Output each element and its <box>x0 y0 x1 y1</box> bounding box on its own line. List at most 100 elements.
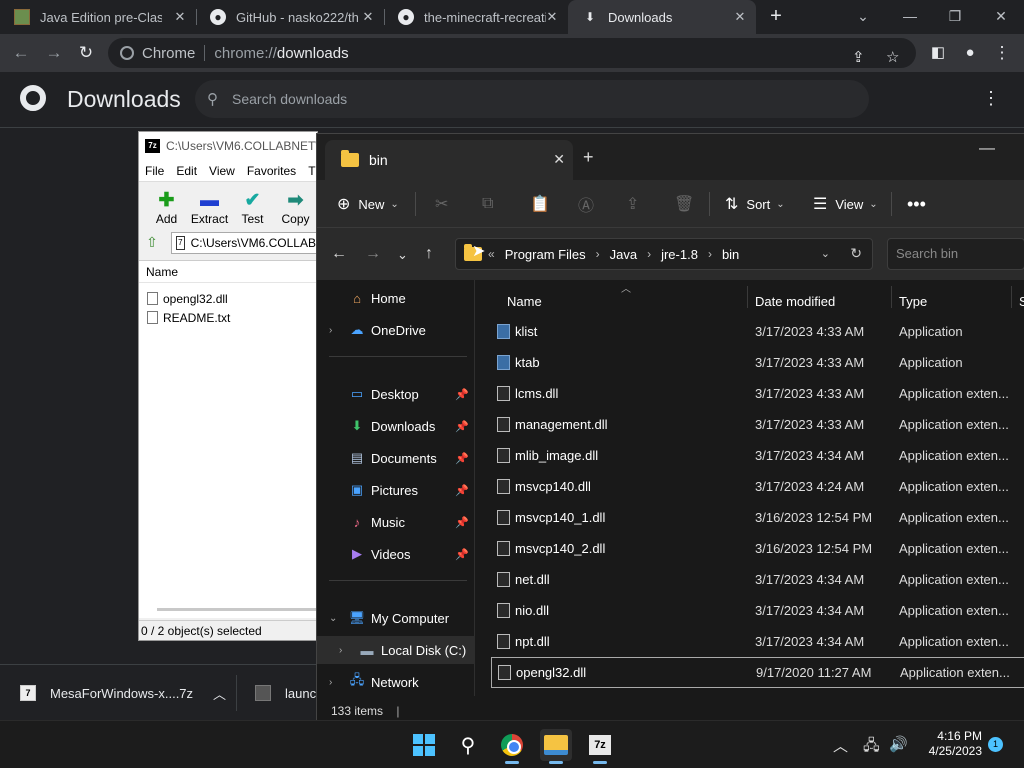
7zip-titlebar[interactable]: 7z C:\Users\VM6.COLLABNET\D <box>139 132 317 160</box>
close-tab-icon[interactable]: ✕ <box>360 9 376 25</box>
taskbar-chrome[interactable] <box>496 729 528 764</box>
profile-icon[interactable]: ● <box>957 41 983 65</box>
folder-up-icon[interactable]: ⇧ <box>143 234 161 252</box>
list-item[interactable]: opengl32.dll <box>139 289 317 308</box>
more-options-icon[interactable]: ••• <box>907 192 926 216</box>
back-button[interactable]: ← <box>331 245 347 263</box>
file-row[interactable]: net.dll 3/17/2023 4:34 AM Application ex… <box>491 564 1024 595</box>
sidebar-item-pictures[interactable]: ▣ Pictures 📌 <box>317 476 475 504</box>
forward-button[interactable]: → <box>365 245 381 263</box>
copy-button[interactable]: ➡ Copy <box>274 190 317 230</box>
tab-search-icon[interactable]: ⌄ <box>848 4 878 28</box>
add-button[interactable]: ✚ Add <box>145 190 188 230</box>
file-row[interactable]: npt.dll 3/17/2023 4:34 AM Application ex… <box>491 626 1024 657</box>
reload-button[interactable]: ↻ <box>73 41 99 65</box>
file-row[interactable]: msvcp140_1.dll 3/16/2023 12:54 PM Applic… <box>491 502 1024 533</box>
column-header-date[interactable]: Date modified <box>755 294 835 309</box>
extract-button[interactable]: ▬ Extract <box>188 190 231 230</box>
explorer-address-bar[interactable]: « Program Files › Java › jre-1.8 › bin ⌄… <box>455 238 873 270</box>
breadcrumb-jre[interactable]: jre-1.8 <box>661 247 698 262</box>
cut-icon[interactable]: ✂ <box>435 192 448 216</box>
side-panel-icon[interactable]: ◧ <box>925 41 951 65</box>
refresh-icon[interactable]: ↻ <box>850 245 862 262</box>
explorer-tab-bin[interactable]: bin ✕ <box>325 140 573 180</box>
sidebar-item-home[interactable]: ⌂ Home <box>317 284 475 312</box>
address-dropdown-icon[interactable]: ⌄ <box>821 247 830 260</box>
tab-downloads[interactable]: ⬇ Downloads ✕ <box>568 0 756 34</box>
column-divider[interactable] <box>747 286 748 308</box>
column-header-name[interactable]: Name <box>507 294 542 309</box>
column-divider[interactable] <box>1011 286 1012 308</box>
file-row[interactable]: klist 3/17/2023 4:33 AM Application <box>491 316 1024 347</box>
share-icon[interactable]: ⇪ <box>852 48 865 66</box>
sidebar-item-onedrive[interactable]: › ☁ OneDrive <box>317 316 475 344</box>
7zip-path-input[interactable]: 7 C:\Users\VM6.COLLAB <box>171 232 317 254</box>
new-button[interactable]: ⊕ New ⌄ <box>337 192 399 216</box>
horizontal-scrollbar[interactable] <box>157 608 317 611</box>
show-hidden-icons-chevron-icon[interactable]: ︿ <box>833 735 848 756</box>
sidebar-item-videos[interactable]: ▶ Videos 📌 <box>317 540 475 568</box>
close-tab-icon[interactable]: ✕ <box>732 9 748 25</box>
sidebar-item-downloads[interactable]: ⬇ Downloads 📌 <box>317 412 475 440</box>
sidebar-item-desktop[interactable]: ▭ Desktop 📌 <box>317 380 475 408</box>
copy-icon[interactable]: ⧉ <box>482 192 493 216</box>
shelf-item-launcher[interactable]: launc <box>255 665 316 721</box>
clock[interactable]: 4:16 PM 4/25/2023 <box>918 729 982 759</box>
chevron-right-icon[interactable]: › <box>329 677 332 688</box>
network-icon[interactable]: 🖧 <box>863 735 880 760</box>
volume-icon[interactable]: 🔊 <box>889 735 908 753</box>
breadcrumb-java[interactable]: Java <box>610 247 637 262</box>
paste-icon[interactable]: 📋 <box>530 192 550 216</box>
file-row[interactable]: msvcp140_2.dll 3/16/2023 12:54 PM Applic… <box>491 533 1024 564</box>
taskbar-7zip[interactable]: 7z <box>584 729 616 764</box>
view-button[interactable]: ☰ View ⌄ <box>813 192 878 216</box>
rename-icon[interactable]: Ⓐ <box>578 192 594 216</box>
column-header-type[interactable]: Type <box>899 294 927 309</box>
site-chip[interactable]: Chrome <box>120 45 195 62</box>
menu-view[interactable]: View <box>203 164 241 178</box>
notification-badge[interactable]: 1 <box>988 737 1003 752</box>
sidebar-item-network[interactable]: › 🖧 Network <box>317 668 475 696</box>
sort-button[interactable]: ⇅ Sort ⌄ <box>725 192 785 216</box>
column-divider[interactable] <box>891 286 892 308</box>
up-button[interactable]: ↑ <box>425 245 433 263</box>
share-icon[interactable]: ⇪ <box>626 192 639 216</box>
shelf-item-mesa[interactable]: 7 MesaForWindows-x....7z ︿ <box>20 665 226 721</box>
new-tab-button[interactable]: + <box>766 6 786 27</box>
menu-file[interactable]: File <box>139 164 170 178</box>
minimize-button[interactable]: — <box>979 140 995 158</box>
restore-button[interactable]: ❐ <box>940 4 970 28</box>
close-tab-icon[interactable]: ✕ <box>544 9 560 25</box>
taskbar-file-explorer[interactable] <box>540 729 572 764</box>
file-row[interactable]: mlib_image.dll 3/17/2023 4:34 AM Applica… <box>491 440 1024 471</box>
file-row-focused[interactable]: opengl32.dll 9/17/2020 11:27 AM Applicat… <box>491 657 1024 688</box>
chevron-down-icon[interactable]: ⌄ <box>329 613 337 624</box>
sidebar-item-documents[interactable]: ▤ Documents 📌 <box>317 444 475 472</box>
address-bar[interactable]: Chrome chrome:// downloads ⇪ ☆ <box>108 38 916 68</box>
sidebar-item-music[interactable]: ♪ Music 📌 <box>317 508 475 536</box>
tab-java-edition[interactable]: Java Edition pre-Classic ✕ <box>0 0 196 34</box>
chevron-right-icon[interactable]: › <box>339 645 342 656</box>
forward-button[interactable]: → <box>41 41 67 65</box>
start-button[interactable] <box>408 729 440 761</box>
breadcrumb-program-files[interactable]: Program Files <box>505 247 586 262</box>
menu-edit[interactable]: Edit <box>170 164 203 178</box>
tab-minecraft-recreation[interactable]: ● the-minecraft-recreatio ✕ <box>384 0 568 34</box>
file-row[interactable]: msvcp140.dll 3/17/2023 4:24 AM Applicati… <box>491 471 1024 502</box>
file-row[interactable]: management.dll 3/17/2023 4:33 AM Applica… <box>491 409 1024 440</box>
chrome-menu-icon[interactable]: ⋮ <box>989 41 1015 65</box>
test-button[interactable]: ✔ Test <box>231 190 274 230</box>
recent-locations-icon[interactable]: ⌄ <box>397 247 408 263</box>
tab-github-nasko222[interactable]: ● GitHub - nasko222/the ✕ <box>196 0 384 34</box>
delete-icon[interactable]: 🗑 <box>674 192 694 216</box>
menu-favorites[interactable]: Favorites <box>241 164 302 178</box>
column-header-name[interactable]: Name <box>139 261 317 283</box>
file-row[interactable]: lcms.dll 3/17/2023 4:33 AM Application e… <box>491 378 1024 409</box>
minimize-button[interactable]: — <box>895 4 925 28</box>
file-row[interactable]: ktab 3/17/2023 4:33 AM Application <box>491 347 1024 378</box>
sidebar-item-local-disk[interactable]: › ▬ Local Disk (C:) <box>317 636 475 664</box>
close-tab-icon[interactable]: ✕ <box>172 9 188 25</box>
search-icon[interactable]: ⚲ <box>452 729 484 761</box>
chevron-up-icon[interactable]: ︿ <box>213 684 226 703</box>
sidebar-item-my-computer[interactable]: ⌄ 🖥 My Computer <box>317 604 475 632</box>
